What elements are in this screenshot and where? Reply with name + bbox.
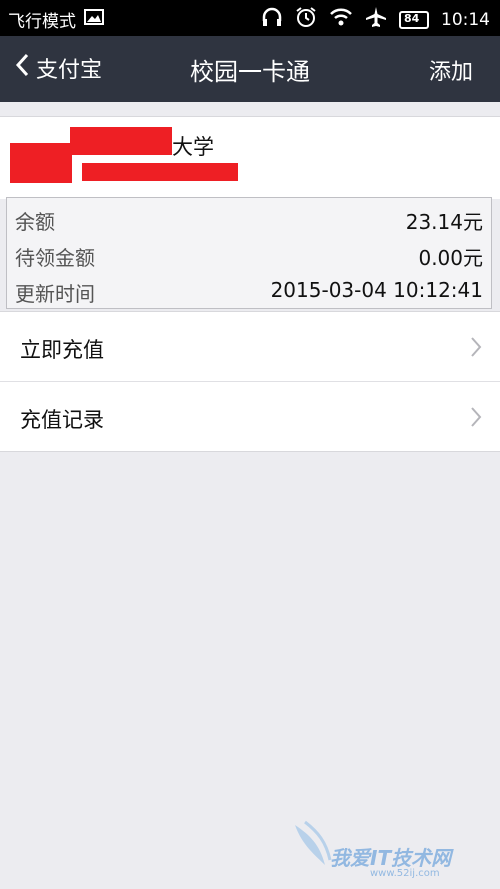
airplane-mode-text: 飞行模式 — [8, 12, 76, 32]
update-time-label: 更新时间 — [15, 282, 95, 306]
watermark-url: www.52ij.com — [370, 868, 440, 879]
school-name-suffix: 大学 — [172, 135, 214, 159]
school-card: 大学 — [0, 116, 500, 199]
balance-label: 余额 — [15, 210, 55, 234]
chevron-right-icon — [470, 406, 482, 432]
update-time-row: 更新时间 2015-03-04 10:12:41 — [7, 272, 491, 308]
watermark-text: 我爱IT技术网 — [330, 846, 452, 870]
wifi-icon — [329, 7, 353, 32]
update-time-value: 2015-03-04 10:12:41 — [270, 278, 483, 302]
redaction-block — [10, 143, 72, 183]
recharge-history-label: 充值记录 — [20, 408, 104, 432]
airplane-icon — [365, 6, 387, 33]
balance-row: 余额 23.14元 — [7, 200, 491, 236]
pending-amount-value: 0.00元 — [418, 246, 483, 270]
status-right: 84 10:14 — [261, 6, 490, 33]
status-bar: 飞行模式 84 10:14 — [0, 0, 500, 36]
add-button[interactable]: 添加 — [429, 54, 473, 86]
pending-amount-row: 待领金额 0.00元 — [7, 236, 491, 272]
card-info-box: 余额 23.14元 待领金额 0.00元 更新时间 2015-03-04 10:… — [6, 197, 492, 309]
navbar: 支付宝 校园一卡通 添加 — [0, 36, 500, 102]
balance-value: 23.14元 — [405, 210, 483, 234]
recharge-now-label: 立即充值 — [20, 338, 104, 362]
action-menu: 立即充值 充值记录 — [0, 311, 500, 452]
image-icon — [84, 9, 104, 30]
headphones-icon — [261, 7, 283, 32]
status-left: 飞行模式 — [8, 7, 104, 32]
alarm-icon — [295, 6, 317, 33]
recharge-history-item[interactable]: 充值记录 — [0, 381, 500, 451]
recharge-now-item[interactable]: 立即充值 — [0, 312, 500, 381]
battery-level: 84 — [404, 11, 420, 25]
redaction-block — [70, 127, 172, 155]
pending-amount-label: 待领金额 — [15, 246, 95, 270]
battery-icon: 84 — [399, 10, 429, 29]
chevron-right-icon — [470, 336, 482, 362]
page-title: 校园一卡通 — [190, 58, 310, 86]
redaction-block — [82, 163, 238, 181]
clock-time: 10:14 — [441, 9, 490, 30]
site-watermark: 我爱IT技术网 www.52ij.com — [290, 820, 490, 880]
